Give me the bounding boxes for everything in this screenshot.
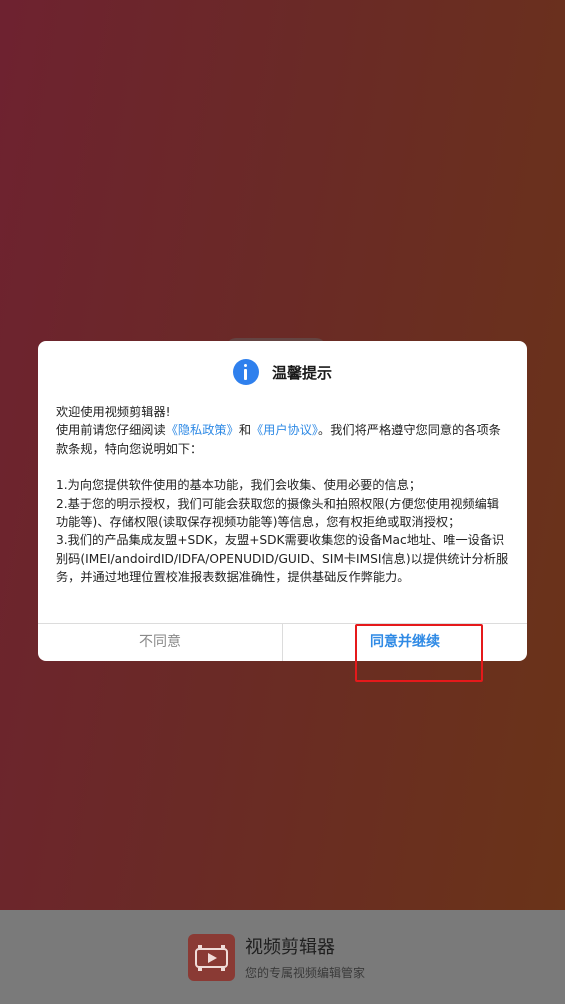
highlight-box [355, 624, 483, 682]
dialog-body: 欢迎使用视频剪辑器! 使用前请您仔细阅读《隐私政策》和《用户协议》。我们将严格遵… [56, 403, 511, 587]
intro-paragraph: 使用前请您仔细阅读《隐私政策》和《用户协议》。我们将严格遵守您同意的各项条款条规… [56, 421, 511, 458]
dialog-header: 温馨提示 [38, 359, 527, 387]
app-tagline: 您的专属视频编辑管家 [245, 966, 366, 980]
point-3: 3.我们的产品集成友盟+SDK，友盟+SDK需要收集您的设备Mac地址、唯一设备… [56, 533, 509, 585]
intro-line: 欢迎使用视频剪辑器! [56, 405, 171, 419]
privacy-policy-link[interactable]: 《隐私政策》 [166, 423, 239, 437]
point-1: 1.为向您提供软件使用的基本功能，我们会收集、使用必要的信息； [56, 478, 422, 493]
info-icon [232, 359, 259, 385]
privacy-dialog: 温馨提示 欢迎使用视频剪辑器! 使用前请您仔细阅读《隐私政策》和《用户协议》。我… [38, 341, 527, 661]
point-2: 2.基于您的明示授权，我们可能会获取您的摄像头和拍照权限(方便您使用视频编辑功能… [56, 496, 499, 530]
and-text: 和 [238, 423, 251, 438]
intro-text: 使用前请您仔细阅读 [56, 423, 166, 438]
user-agreement-link[interactable]: 《用户协议》 [251, 423, 318, 437]
app-name: 视频剪辑器 [245, 937, 335, 958]
decline-button[interactable]: 不同意 [38, 624, 282, 661]
app-logo-icon [188, 934, 235, 981]
dialog-title: 温馨提示 [272, 363, 333, 382]
